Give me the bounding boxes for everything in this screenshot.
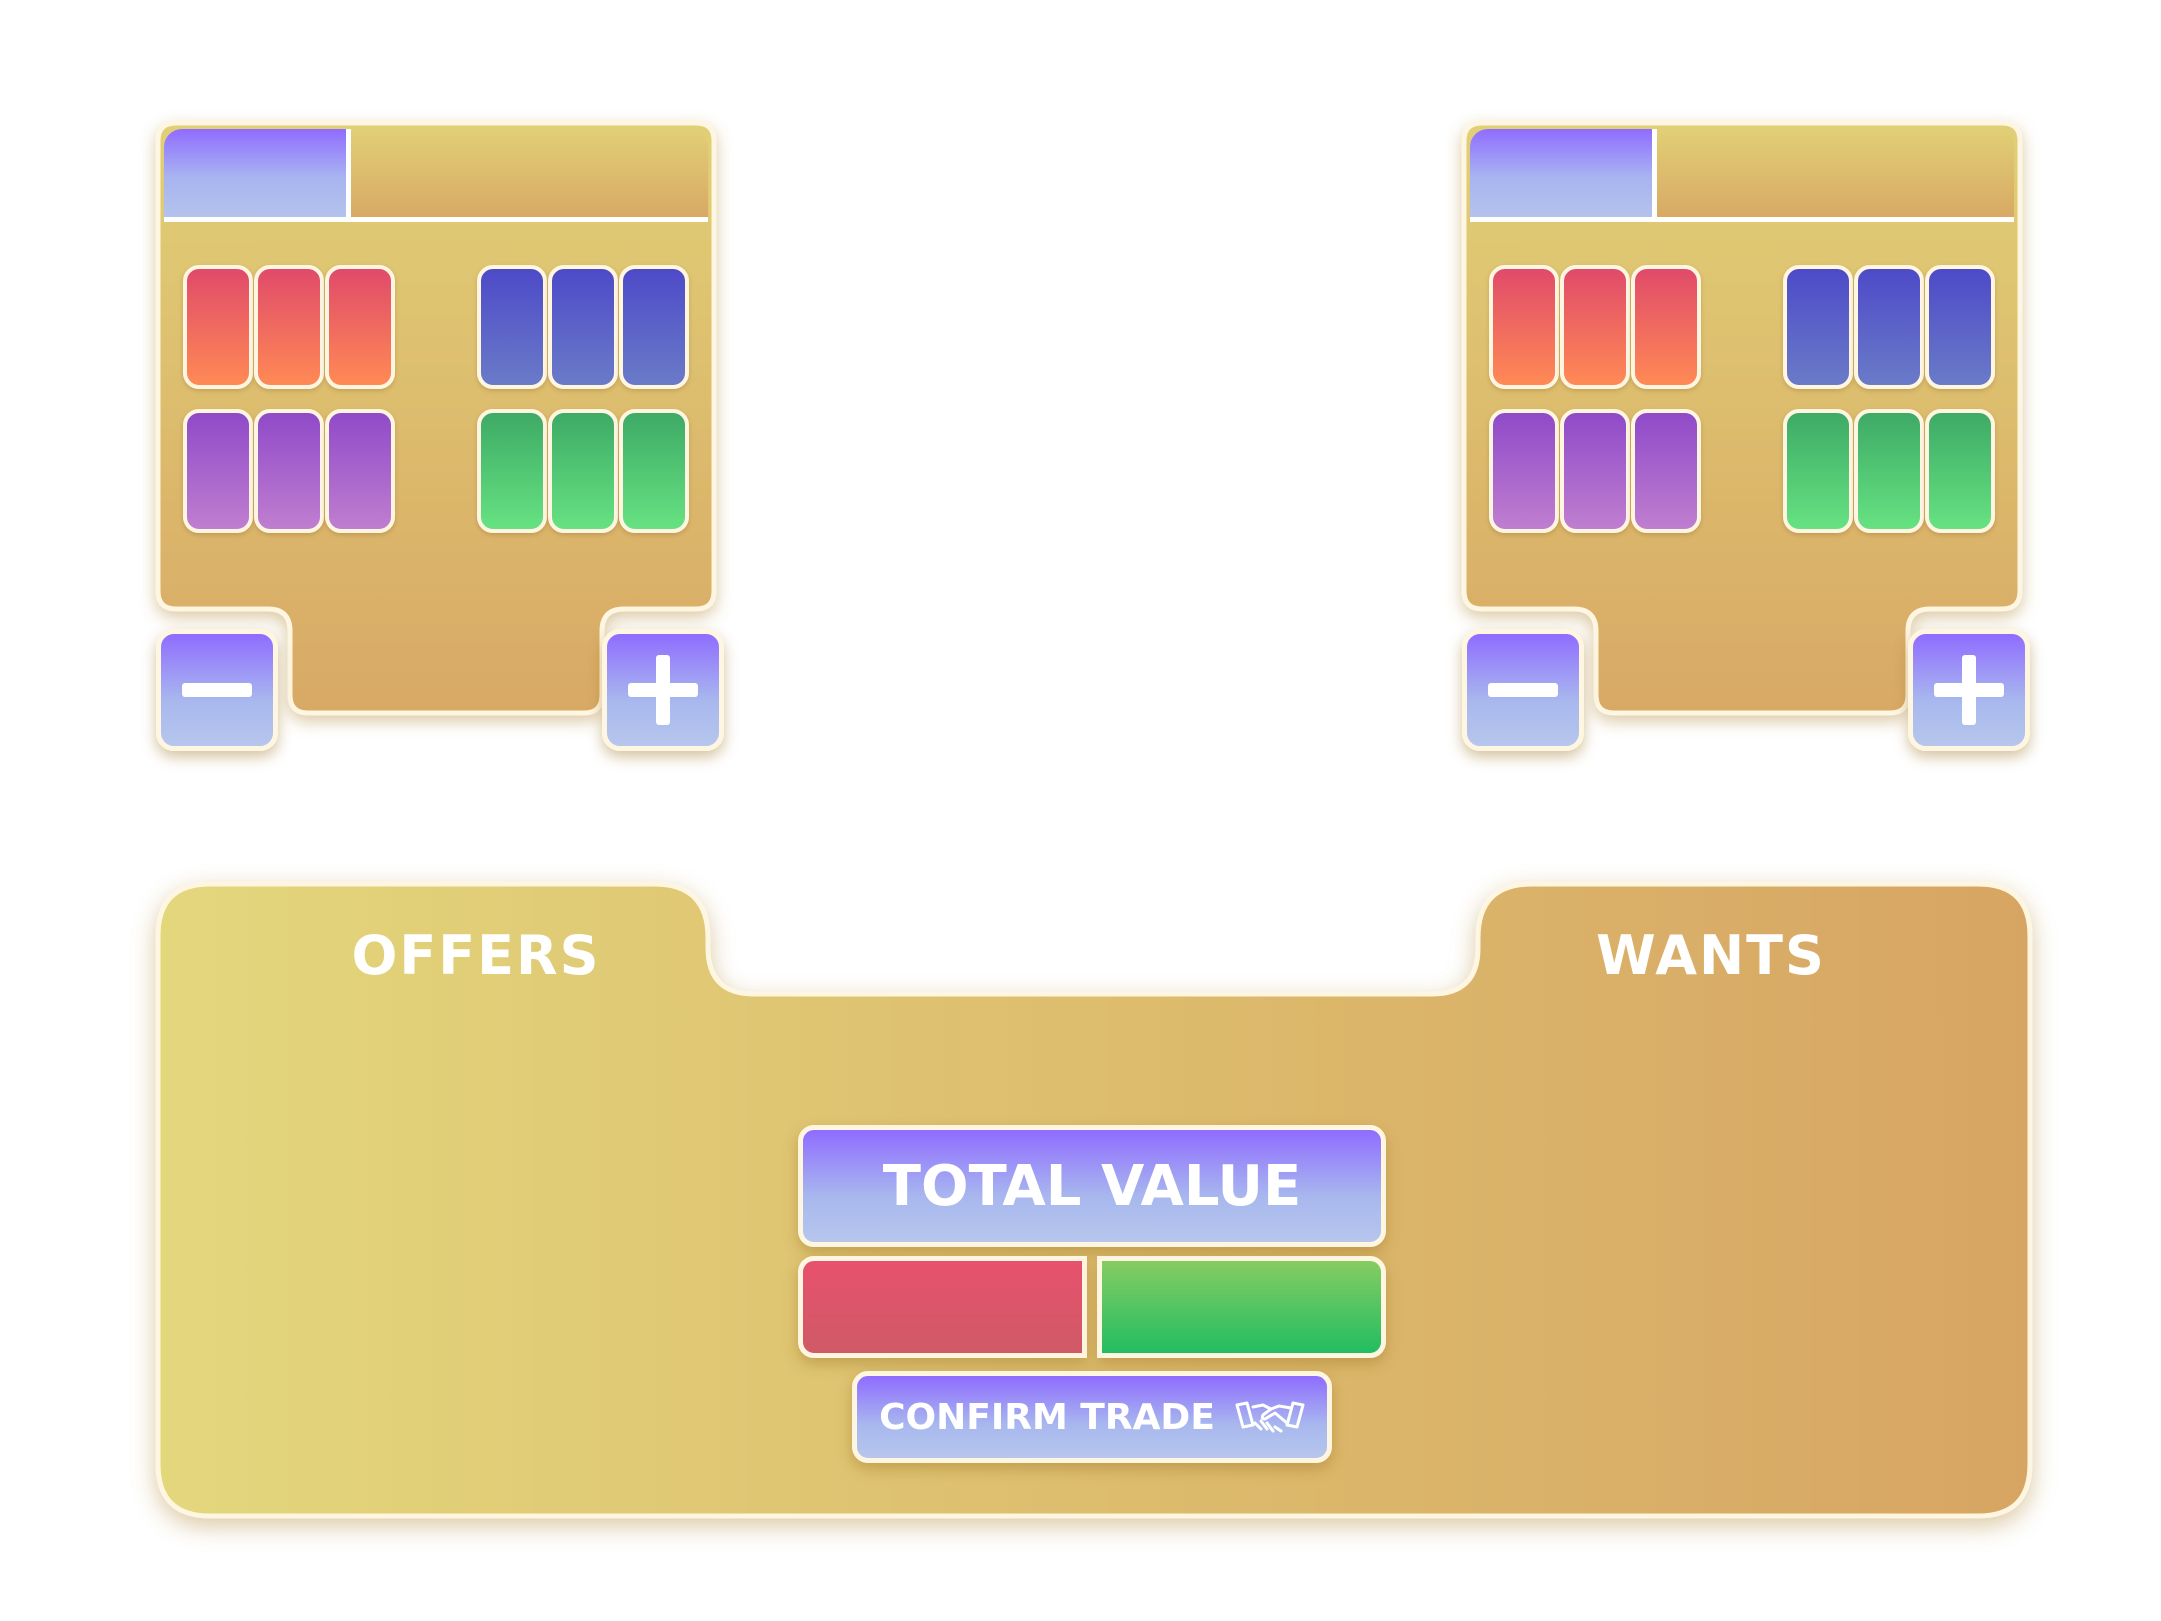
purple-item-slot[interactable] (325, 409, 395, 533)
purple-item-slot[interactable] (1489, 409, 1559, 533)
red-item-slot[interactable] (325, 265, 395, 389)
wants-label: WANTS (1596, 924, 1826, 987)
trade-board: OFFERS WANTS TOTAL VALUE CONFIRM TRADE (155, 881, 2033, 1519)
blue-item-slot[interactable] (1925, 265, 1995, 389)
blue-item-slot[interactable] (548, 265, 618, 389)
plus-icon (628, 655, 698, 725)
minus-icon (182, 683, 252, 697)
purple-item-slot[interactable] (183, 409, 253, 533)
offers-panel-header (351, 129, 708, 217)
blue-item-slot[interactable] (1854, 265, 1924, 389)
blue-item-slot[interactable] (1783, 265, 1853, 389)
green-item-slot[interactable] (1925, 409, 1995, 533)
red-item-slot[interactable] (254, 265, 324, 389)
divider (164, 217, 708, 222)
decrease-quantity-button[interactable] (156, 629, 278, 751)
total-value-button[interactable]: TOTAL VALUE (798, 1125, 1386, 1247)
red-item-slot[interactable] (1560, 265, 1630, 389)
red-item-slot[interactable] (1631, 265, 1701, 389)
decrease-quantity-button[interactable] (1462, 629, 1584, 751)
increase-quantity-button[interactable] (602, 629, 724, 751)
handshake-icon (1235, 1401, 1305, 1433)
red-item-slot[interactable] (183, 265, 253, 389)
plus-icon (1934, 655, 2004, 725)
wants-panel-tab[interactable] (1470, 129, 1657, 217)
green-item-slot[interactable] (1854, 409, 1924, 533)
purple-item-slot[interactable] (1560, 409, 1630, 533)
wants-inventory-panel (1461, 120, 2030, 751)
blue-item-slot[interactable] (477, 265, 547, 389)
green-item-slot[interactable] (619, 409, 689, 533)
offers-inventory-panel (155, 120, 724, 751)
minus-icon (1488, 683, 1558, 697)
red-item-slot[interactable] (1489, 265, 1559, 389)
confirm-trade-button[interactable]: CONFIRM TRADE (852, 1371, 1332, 1463)
green-item-slot[interactable] (548, 409, 618, 533)
wants-value-bar (1097, 1256, 1386, 1358)
purple-item-slot[interactable] (1631, 409, 1701, 533)
purple-item-slot[interactable] (254, 409, 324, 533)
divider (1470, 217, 2014, 222)
offers-label: OFFERS (351, 924, 601, 987)
wants-panel-header (1657, 129, 2014, 217)
confirm-trade-label: CONFIRM TRADE (879, 1396, 1215, 1438)
green-item-slot[interactable] (477, 409, 547, 533)
offers-value-bar (798, 1256, 1087, 1358)
green-item-slot[interactable] (1783, 409, 1853, 533)
offers-panel-tab[interactable] (164, 129, 351, 217)
increase-quantity-button[interactable] (1908, 629, 2030, 751)
blue-item-slot[interactable] (619, 265, 689, 389)
